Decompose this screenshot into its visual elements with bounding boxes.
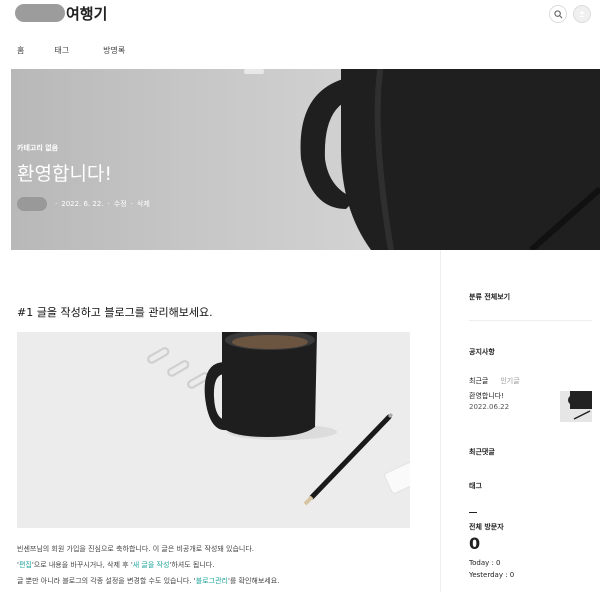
meta-separator: · [107, 200, 110, 208]
post-heading: #1 글을 작성하고 블로그를 관리해보세요. [17, 306, 213, 319]
post-line-2: '편집'으로 내용을 바꾸시거나, 삭제 후 '새 글을 작성'하셔도 됩니다. [17, 561, 215, 569]
post-line-3: 글 뿐만 아니라 블로그의 각종 설정을 변경할 수도 있습니다. '블로그관리… [17, 577, 280, 585]
recent-post-date: 2022.06.22 [469, 403, 510, 411]
edit-highlight: 편집 [18, 561, 32, 569]
blurred-blog-name [15, 4, 65, 22]
tab-recent[interactable]: 최근글 [469, 376, 488, 386]
post-body: 빈센쯔님의 회원 가입을 진심으로 축하합니다. 이 글은 비공개로 작성돼 있… [17, 541, 437, 589]
sidebar-recent-comments[interactable]: 최근댓글 [469, 447, 495, 457]
hero-title: 환영합니다! [17, 163, 113, 185]
today-visitors: Today : 0 [469, 559, 501, 567]
hero-meta: · 2022. 6. 22. · 수정 · 삭제 [17, 197, 150, 211]
tags-dash [469, 512, 477, 513]
post-date: 2022. 6. 22. [61, 200, 104, 208]
blog-title-text: 여행기 [66, 4, 108, 23]
thumbnail-image [568, 391, 592, 420]
search-icon [553, 9, 562, 18]
search-button[interactable] [549, 5, 567, 23]
blog-manage-highlight: 블로그관리 [195, 577, 228, 585]
yesterday-visitors: Yesterday : 0 [469, 571, 515, 579]
edit-link[interactable]: 수정 [114, 199, 127, 209]
nav-item-tags[interactable]: 태그 [54, 45, 69, 56]
post-line-1: 빈센쯔님의 회원 가입을 진심으로 축하합니다. 이 글은 비공개로 작성돼 있… [17, 545, 254, 553]
sidebar-divider-h [469, 320, 592, 321]
main-nav: 홈 태그 방명록 [17, 45, 155, 56]
hero-banner[interactable]: 카테고리 없음 환영합니다! · 2022. 6. 22. · 수정 · 삭제 [11, 69, 600, 250]
total-visitors-label: 전체 방문자 [469, 523, 504, 531]
blurred-author [17, 197, 47, 211]
hero-category[interactable]: 카테고리 없음 [17, 143, 58, 153]
recent-post-thumbnail[interactable] [560, 391, 592, 422]
profile-button[interactable] [573, 5, 591, 23]
profile-icon [579, 11, 585, 18]
mug-pen-photo [147, 332, 410, 506]
sidebar-tags[interactable]: 태그 [469, 481, 482, 491]
nav-item-guestbook[interactable]: 방명록 [103, 45, 125, 56]
nav-item-home[interactable]: 홈 [17, 45, 24, 56]
sidebar-category-all[interactable]: 분류 전체보기 [469, 292, 510, 302]
post-image [17, 332, 410, 528]
sidebar-notice[interactable]: 공지사항 [469, 347, 495, 357]
site-header: 여행기 홈 태그 방명록 [0, 0, 600, 68]
recent-post-title[interactable]: 환영합니다! [469, 391, 504, 401]
tab-popular[interactable]: 인기글 [500, 376, 519, 386]
new-post-highlight: 새 글을 작성 [132, 561, 170, 569]
paper-clips [147, 347, 210, 389]
total-visitors-count: 0 [469, 534, 481, 553]
meta-separator: · [55, 200, 58, 208]
recent-popular-tabs: 최근글 인기글 [469, 376, 520, 386]
sidebar-divider [440, 250, 441, 592]
meta-separator: · [130, 200, 133, 208]
blog-title[interactable]: 여행기 [15, 2, 107, 24]
delete-link[interactable]: 삭제 [137, 199, 150, 209]
